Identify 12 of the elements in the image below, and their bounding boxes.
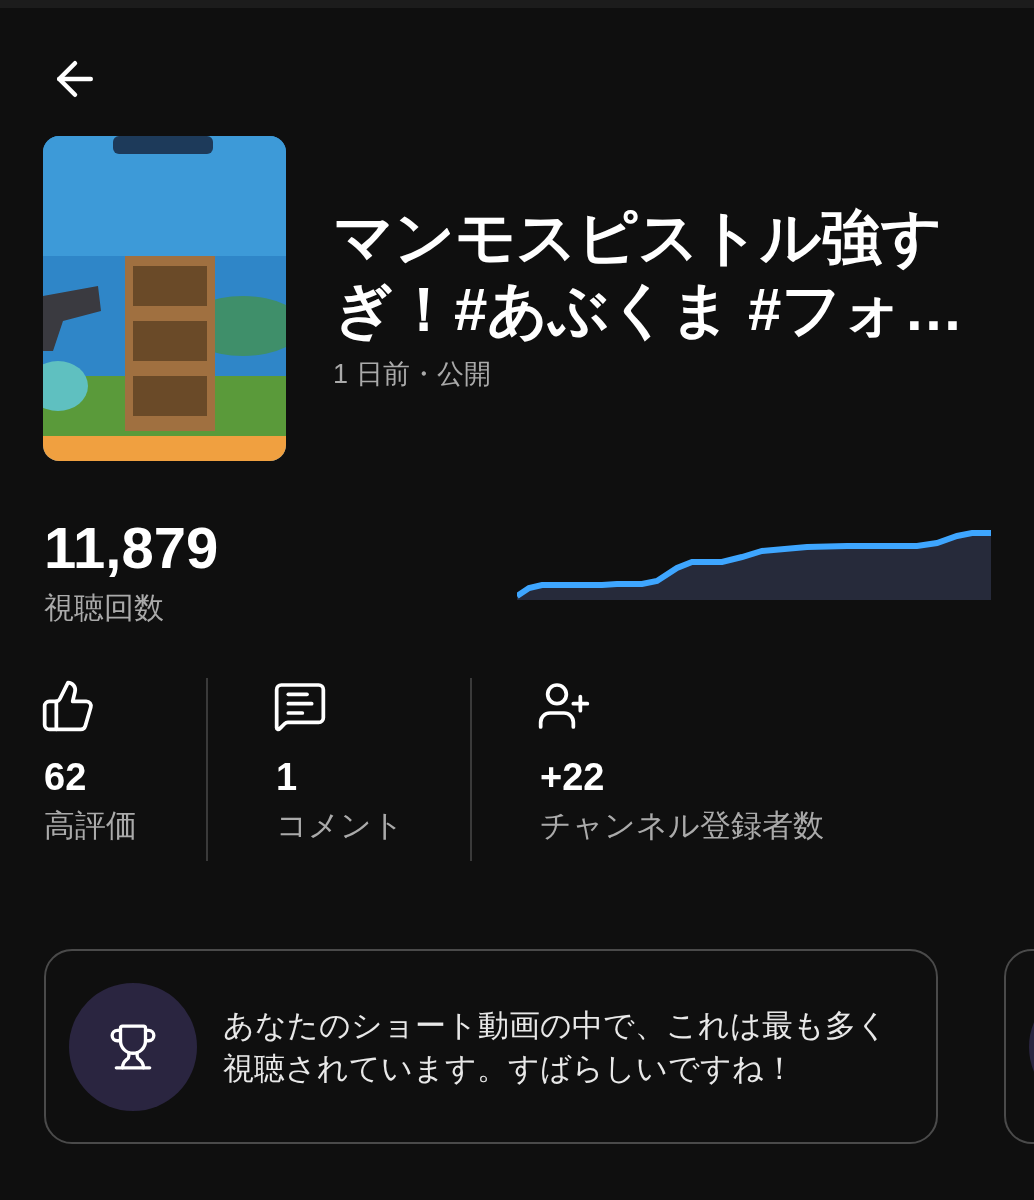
view-count: 11,879: [44, 515, 220, 581]
view-label: 視聴回数: [44, 590, 165, 626]
publish-info: 1 日前・公開: [333, 358, 492, 392]
stat-value: 62: [44, 755, 88, 800]
thumbs-up-icon: [40, 678, 96, 734]
stat-value: +22: [540, 755, 606, 800]
stat-label: チャンネル登録者数: [540, 807, 824, 845]
stat-value: 1: [276, 755, 299, 800]
video-title: マンモスピストル強すぎ！#あぶくま #フォ…: [333, 203, 965, 346]
stat-label: コメント: [276, 807, 405, 845]
stat-label: 高評価: [44, 807, 138, 845]
insight-text: あなたのショート動画の中で、これは最も多く視聴されています。すばらしいですね！: [223, 1006, 889, 1088]
